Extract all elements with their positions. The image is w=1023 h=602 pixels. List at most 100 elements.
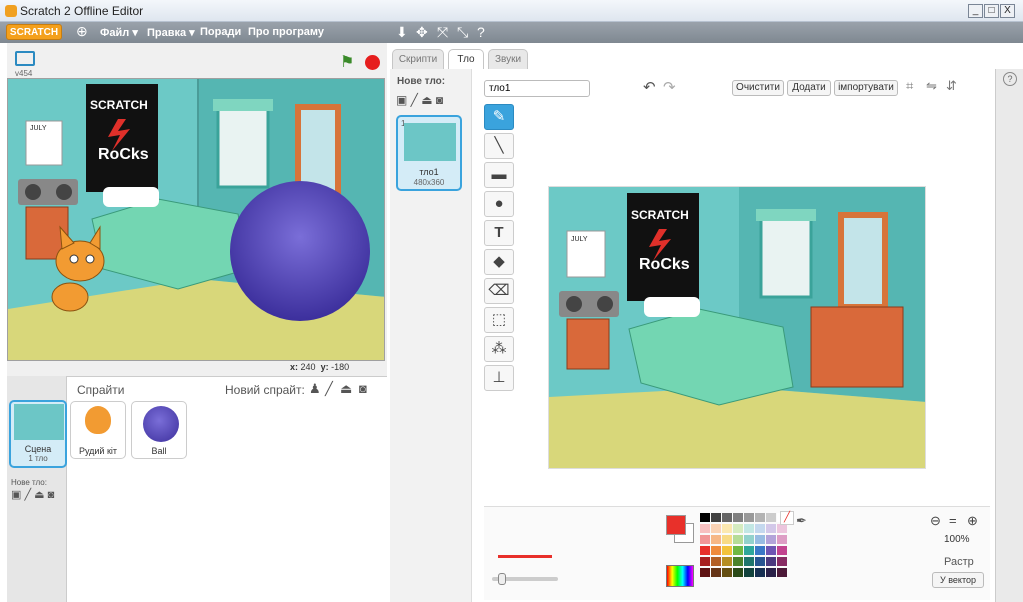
color-swatch[interactable] (755, 535, 765, 544)
brush-size-slider[interactable] (492, 573, 558, 585)
sprite-library-icon[interactable]: ♟ (309, 381, 321, 397)
menu-file[interactable]: Файл ▾ (100, 26, 138, 39)
color-swatch[interactable] (733, 546, 743, 555)
color-swatch[interactable] (733, 568, 743, 577)
convert-vector-button[interactable]: У вектор (932, 572, 984, 588)
flip-vertical-icon[interactable]: ⇵ (946, 78, 957, 94)
color-swatch[interactable] (766, 524, 776, 533)
color-swatch[interactable] (711, 524, 721, 533)
text-tool-icon[interactable]: T (484, 220, 514, 246)
camera-sprite-icon[interactable]: ◙ (359, 381, 367, 396)
sprite-thumb-cat[interactable]: Рудий кіт (70, 401, 126, 459)
color-swatch[interactable] (722, 524, 732, 533)
color-swatch[interactable] (744, 568, 754, 577)
color-swatch[interactable] (733, 557, 743, 566)
slider-thumb[interactable] (498, 573, 506, 585)
color-swatch[interactable] (777, 557, 787, 566)
redo-icon[interactable]: ↷ (663, 78, 676, 96)
tab-backdrops[interactable]: Тло (448, 49, 484, 70)
upload-sprite-icon[interactable]: ⏏ (340, 381, 352, 397)
paint-sprite-icon[interactable]: ╱ (325, 381, 333, 397)
color-swatch[interactable] (722, 568, 732, 577)
fill-tool-icon[interactable]: ◆ (484, 249, 514, 275)
color-swatch[interactable] (766, 557, 776, 566)
fullscreen-icon[interactable] (15, 51, 35, 66)
backdrop-create-icons[interactable]: ▣ ╱ ⏏ ◙ (396, 93, 443, 107)
stamp-tool-icon[interactable]: ⊥ (484, 365, 514, 391)
color-swatch[interactable] (744, 535, 754, 544)
color-swatch[interactable] (711, 546, 721, 555)
grow-icon[interactable]: ⤧ (437, 24, 448, 41)
color-swatch[interactable] (711, 535, 721, 544)
select-tool-icon[interactable]: ⬚ (484, 307, 514, 333)
transparent-color[interactable]: ╱ (780, 511, 794, 525)
color-swatch[interactable] (755, 557, 765, 566)
color-swatch[interactable] (711, 568, 721, 577)
maximize-button[interactable]: □ (984, 4, 999, 18)
select-remove-background-icon[interactable]: ⁂ (484, 336, 514, 362)
color-swatch[interactable] (766, 546, 776, 555)
zoom-reset-icon[interactable]: = (949, 513, 957, 528)
menu-about[interactable]: Про програму (248, 26, 324, 38)
zoom-in-icon[interactable]: ⊕ (967, 513, 978, 529)
color-swatch[interactable] (766, 535, 776, 544)
color-swatch[interactable] (744, 513, 754, 522)
color-swatch[interactable] (766, 568, 776, 577)
color-swatch[interactable] (700, 535, 710, 544)
color-swatch[interactable] (755, 568, 765, 577)
rectangle-tool-icon[interactable]: ▬ (484, 162, 514, 188)
color-swatch[interactable] (733, 524, 743, 533)
minimize-button[interactable]: _ (968, 4, 983, 18)
flip-horizontal-icon[interactable]: ⇋ (926, 78, 937, 94)
color-swatch[interactable] (711, 513, 721, 522)
line-tool-icon[interactable]: ╲ (484, 133, 514, 159)
color-swatch[interactable] (766, 513, 776, 522)
backdrop-tools-icons[interactable]: ▣ ╱ ⏏ ◙ (11, 488, 54, 501)
backdrop-name-input[interactable] (484, 80, 590, 97)
delete-cut-icon[interactable]: ✥ (416, 24, 428, 41)
sprite-thumb-ball[interactable]: Ball (131, 401, 187, 459)
color-picker-icon[interactable] (666, 565, 694, 587)
color-swatch[interactable] (777, 524, 787, 533)
color-swatch[interactable] (755, 513, 765, 522)
duplicate-stamp-icon[interactable]: ⬇ (396, 24, 408, 41)
menu-edit[interactable]: Правка ▾ (147, 26, 195, 39)
undo-icon[interactable]: ↶ (643, 78, 656, 96)
color-swatch[interactable] (700, 557, 710, 566)
color-swatch[interactable] (777, 546, 787, 555)
color-swatches[interactable] (700, 513, 790, 593)
color-swatch[interactable] (722, 535, 732, 544)
paint-canvas[interactable]: JULY SCRATCH RoCks (548, 186, 926, 469)
stage-canvas[interactable]: JULY SCRATCH RoCks (7, 78, 385, 361)
color-swatch[interactable] (744, 557, 754, 566)
color-swatch[interactable] (700, 524, 710, 533)
green-flag-icon[interactable]: ⚑ (340, 52, 354, 72)
stage-thumb[interactable]: Сцена 1 тло (9, 400, 67, 468)
tab-sounds[interactable]: Звуки (488, 49, 528, 69)
import-button[interactable]: імпортувати (834, 80, 898, 96)
tab-scripts[interactable]: Скрипти (392, 49, 444, 69)
brush-tool-icon[interactable]: ✎ (484, 104, 514, 130)
eyedropper-icon[interactable]: ✒ (796, 513, 807, 529)
color-swatch[interactable] (755, 546, 765, 555)
color-swatch[interactable] (744, 546, 754, 555)
shrink-icon[interactable]: ⤡ (457, 24, 468, 41)
help-icon[interactable]: ? (477, 24, 485, 40)
primary-color-swatch[interactable] (666, 515, 686, 535)
color-swatch[interactable] (722, 546, 732, 555)
stop-icon[interactable] (365, 55, 380, 70)
color-swatch[interactable] (700, 513, 710, 522)
color-swatch[interactable] (733, 513, 743, 522)
color-swatch[interactable] (711, 557, 721, 566)
backdrop-item[interactable]: 1 тло1 480x360 (396, 115, 462, 191)
color-swatch[interactable] (722, 557, 732, 566)
color-swatch[interactable] (744, 524, 754, 533)
add-button[interactable]: Додати (787, 80, 831, 96)
color-swatch[interactable] (700, 546, 710, 555)
close-button[interactable]: X (1000, 4, 1015, 18)
color-swatch[interactable] (755, 524, 765, 533)
color-swatch[interactable] (777, 568, 787, 577)
menu-tips[interactable]: Поради (200, 26, 241, 38)
scratch-logo[interactable]: SCRATCH (6, 24, 62, 40)
set-costume-center-icon[interactable]: ⌗ (906, 78, 913, 94)
